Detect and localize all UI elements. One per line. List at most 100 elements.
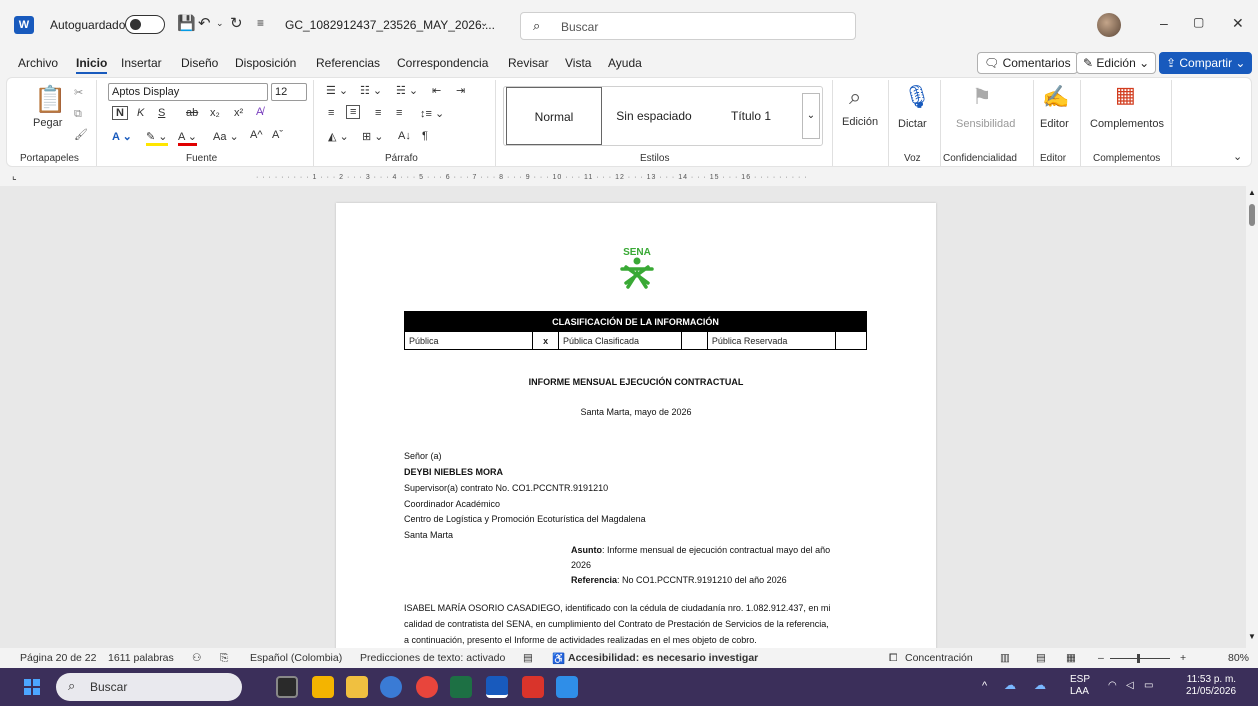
scroll-down-icon[interactable]: ▼ [1248,632,1256,641]
format-painter-icon[interactable]: 🖌 [74,128,88,141]
text-predictions[interactable]: Predicciones de texto: activado [360,652,505,664]
excel-icon[interactable] [450,676,472,698]
volume-icon[interactable]: ◁ [1126,680,1134,692]
word-count[interactable]: 1611 palabras [108,652,174,664]
show-marks-icon[interactable]: ¶ [422,130,428,142]
save-icon[interactable]: 💾 [177,14,196,32]
share-button[interactable]: ⇪ Compartir ⌄ [1159,52,1253,74]
zoom-in-button[interactable]: + [1180,652,1186,664]
acrobat-icon[interactable] [522,676,544,698]
language-indicator[interactable]: ESP LAA [1070,674,1090,698]
editor-icon[interactable]: ✍ [1042,84,1069,110]
shrink-font-icon[interactable]: Aˇ [272,129,283,141]
style-heading-1[interactable]: Título 1 [706,87,796,145]
zoom-out-button[interactable]: – [1098,652,1104,664]
bold-icon[interactable]: N [112,106,128,120]
font-size-select[interactable]: 12 [271,83,307,101]
print-layout-icon[interactable]: ▤ [1036,652,1046,664]
menu-diseno[interactable]: Diseño [181,56,218,70]
increase-indent-icon[interactable]: ⇥ [456,84,465,97]
sensitivity-icon[interactable]: ⚑ [972,84,992,110]
font-name-select[interactable]: Aptos Display [108,83,268,101]
clock[interactable]: 11:53 p. m. 21/05/2026 [1186,674,1236,698]
chrome-icon[interactable] [416,676,438,698]
onedrive-business-icon[interactable]: ☁ [1034,679,1046,691]
find-icon[interactable]: ⌕ [849,84,861,110]
decrease-indent-icon[interactable]: ⇤ [432,84,441,97]
avatar[interactable] [1097,13,1121,37]
bullets-icon[interactable]: ☰ ⌄ [326,84,348,97]
focus-mode[interactable]: Concentración [905,652,973,664]
accessibility-person-icon[interactable]: ⚇ [192,652,201,664]
zoom-slider-knob[interactable] [1137,654,1140,663]
word-taskbar-icon[interactable] [486,676,508,698]
borders-icon[interactable]: ⊞ ⌄ [362,130,384,143]
read-mode-icon[interactable]: ▥ [1000,652,1010,664]
style-no-spacing[interactable]: Sin espaciado [604,87,704,145]
dictate-label[interactable]: Dictar [898,118,927,130]
teams-icon[interactable] [380,676,402,698]
close-button[interactable]: ✕ [1232,15,1244,32]
menu-ayuda[interactable]: Ayuda [608,56,642,70]
line-spacing-icon[interactable]: ↕≡ ⌄ [420,107,444,120]
word-icon[interactable]: W [14,16,34,34]
wifi-icon[interactable]: ◠ [1108,680,1117,692]
accessibility-icon[interactable]: ♿ [552,652,565,665]
task-view-icon[interactable] [276,676,298,698]
comments-button[interactable]: 🗨 Comentarios [977,52,1078,74]
italic-icon[interactable]: K [137,107,144,119]
autosave-toggle[interactable] [125,15,165,34]
language-status[interactable]: Español (Colombia) [250,652,342,664]
copy-icon[interactable]: ⧉ [74,108,82,121]
sort-icon[interactable]: A↓ [398,130,411,142]
sensitivity-label[interactable]: Sensibilidad [956,118,1015,130]
strikethrough-icon[interactable]: ab [186,107,198,119]
addins-icon[interactable]: ▦ [1115,82,1136,108]
zoom-level[interactable]: 80% [1228,652,1249,664]
underline-icon[interactable]: S [158,107,165,119]
document-page[interactable]: SENA CLASIFICACIÓN DE LA INFORMACIÓN Púb… [336,203,936,648]
addins-label[interactable]: Complementos [1090,118,1164,130]
minimize-button[interactable]: – [1160,15,1168,31]
align-left-icon[interactable]: ≡ [328,107,334,119]
accessibility-status[interactable]: Accesibilidad: es necesario investigar [568,652,758,664]
editing-group-label[interactable]: Edición [842,116,878,128]
change-case-icon[interactable]: Aa ⌄ [213,130,239,143]
zoom-slider[interactable] [1110,658,1170,659]
highlight-icon[interactable]: ✎ ⌄ [146,130,168,146]
text-effects-icon[interactable]: A ⌄ [112,130,132,143]
page-count[interactable]: Página 20 de 22 [20,652,96,664]
style-normal[interactable]: Normal [506,87,602,145]
paste-icon[interactable]: 📋 [34,84,66,115]
battery-icon[interactable]: ▭ [1144,680,1153,692]
ruler[interactable]: · · · · · · · · · 1 · · · 2 · · · 3 · · … [256,174,1016,184]
paste-label[interactable]: Pegar [33,117,62,129]
editing-mode-button[interactable]: ✎ Edición ⌄ [1076,52,1157,74]
scroll-up-icon[interactable]: ▲ [1248,188,1256,197]
onedrive-icon[interactable]: ☁ [1004,679,1016,691]
align-right-icon[interactable]: ≡ [375,107,381,119]
shading-icon[interactable]: ◭ ⌄ [328,130,349,143]
menu-revisar[interactable]: Revisar [508,56,549,70]
align-center-icon[interactable]: ≡ [346,105,361,119]
document-title[interactable]: GC_1082912437_23526_MAY_2026.... [285,18,495,32]
editor-label[interactable]: Editor [1040,118,1069,130]
cut-icon[interactable]: ✂ [74,86,83,99]
superscript-icon[interactable]: x² [234,107,243,119]
grow-font-icon[interactable]: A^ [250,129,263,141]
microphone-icon[interactable]: 🎙 [903,84,931,110]
menu-vista[interactable]: Vista [565,56,591,70]
clear-format-icon[interactable]: A̸ [256,106,263,118]
tab-selector-icon[interactable]: ⌞ [12,171,17,182]
undo-dropdown-icon[interactable]: ⌄ [216,18,224,29]
focus-icon[interactable]: ⧠ [889,652,897,665]
windows-start-icon[interactable] [24,679,40,695]
menu-disposicion[interactable]: Disposición [235,56,296,70]
search-input[interactable]: ⌕ Buscar [520,12,856,40]
customize-toolbar-icon[interactable]: ≡ [257,16,264,30]
scrollbar-thumb[interactable] [1249,204,1255,226]
subscript-icon[interactable]: x₂ [210,107,220,119]
web-layout-icon[interactable]: ▦ [1066,652,1076,664]
menu-archivo[interactable]: Archivo [18,56,58,70]
taskbar-search[interactable]: ⌕ Buscar [56,673,242,701]
